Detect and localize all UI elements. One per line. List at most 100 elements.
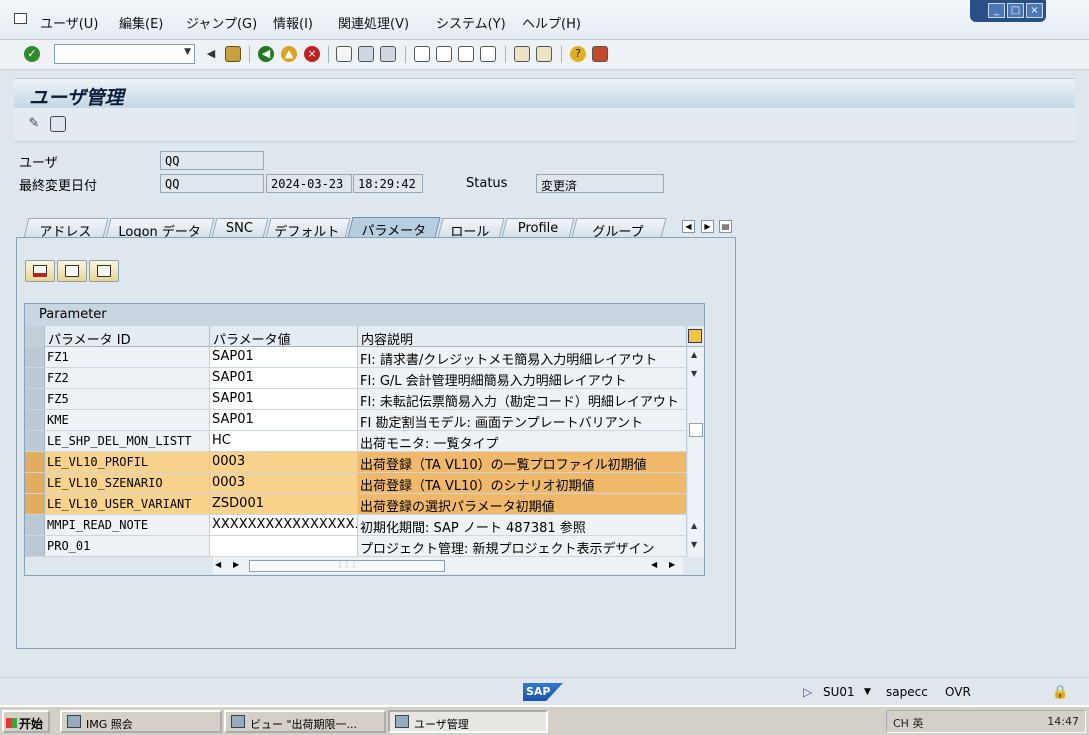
table-row[interactable]: PRO_01 プロジェクト管理: 新規プロジェクト表示デザイン [25, 536, 687, 557]
row-selector[interactable] [25, 368, 45, 388]
tab-scroll-left-icon[interactable]: ◀ [682, 220, 695, 233]
tab-address[interactable]: アドレス [23, 218, 109, 240]
menu-system[interactable]: システム(Y) [436, 13, 506, 32]
minimize-button[interactable]: _ [988, 3, 1005, 18]
cancel-icon[interactable]: × [304, 46, 320, 62]
previous-page-icon[interactable] [436, 46, 452, 62]
parameter-value-cell[interactable]: SAP01 [210, 368, 358, 388]
table-row[interactable]: FZ2 SAP01 FI: G/L 会計管理明細簡易入力明細レイアウト [25, 368, 687, 389]
input-language[interactable]: CH 英 [893, 717, 923, 730]
chevron-down-icon[interactable]: ▼ [184, 47, 191, 57]
menu-user[interactable]: ユーザ(U) [40, 13, 98, 32]
table-row[interactable]: LE_VL10_USER_VARIANT ZSD001 出荷登録の選択パラメータ初期… [25, 494, 687, 515]
tab-scroll-right-icon[interactable]: ▶ [701, 220, 714, 233]
shortcut-icon[interactable] [536, 46, 552, 62]
table-row[interactable]: KME SAP01 FI 勘定割当モデル: 画面テンプレートバリアント [25, 410, 687, 431]
row-selector[interactable] [25, 452, 45, 472]
scroll-up-icon[interactable]: ▲ [691, 350, 697, 359]
print-icon[interactable] [336, 46, 352, 62]
column-config-icon[interactable] [688, 329, 702, 343]
status-expand-icon[interactable]: ▷ [803, 685, 812, 699]
parameter-value-cell[interactable]: SAP01 [210, 347, 358, 367]
select-all-button[interactable] [57, 260, 87, 282]
exit-icon[interactable]: ▲ [281, 46, 297, 62]
table-row[interactable]: LE_VL10_PROFIL 0003 出荷登録（TA VL10）の一覧プロファイル… [25, 452, 687, 473]
parameter-value-cell[interactable]: XXXXXXXXXXXXXXXX... [210, 515, 358, 535]
scroll-up-icon[interactable]: ▲ [691, 521, 697, 530]
maximize-button[interactable]: □ [1007, 3, 1024, 18]
deselect-all-button[interactable] [89, 260, 119, 282]
tab-parameters[interactable]: パラメータ [347, 217, 441, 239]
tab-roles[interactable]: ロール [437, 218, 505, 240]
parameter-value-cell[interactable]: SAP01 [210, 389, 358, 409]
tab-snc[interactable]: SNC [211, 218, 269, 238]
start-button[interactable]: 开始 [2, 710, 50, 733]
find-icon[interactable] [358, 46, 374, 62]
insert-row-button[interactable] [25, 260, 55, 282]
system-menu-icon[interactable] [14, 13, 27, 24]
parameter-value-cell[interactable]: 0003 [210, 452, 358, 472]
layout-menu-icon[interactable] [592, 46, 608, 62]
horizontal-scrollbar[interactable]: ◀ ▶ ⋮⋮⋮ ◀ ▶ [213, 557, 683, 574]
column-header-parameter-id[interactable]: パラメータ ID [45, 326, 210, 348]
scroll-down-icon[interactable]: ▼ [691, 369, 697, 378]
scroll-thumb[interactable] [689, 423, 703, 437]
scroll-left-icon[interactable]: ◀ [215, 560, 221, 569]
select-all-cell[interactable] [25, 326, 45, 347]
row-selector[interactable] [25, 410, 45, 430]
menu-info[interactable]: 情報(I) [273, 13, 313, 32]
row-selector[interactable] [25, 431, 45, 451]
parameter-value-cell[interactable]: HC [210, 431, 358, 451]
command-field[interactable]: ▼ [54, 44, 195, 64]
taskbar-item-img[interactable]: IMG 照会 [60, 710, 222, 733]
back-history-icon[interactable]: ◀ [203, 46, 219, 62]
row-selector[interactable] [25, 515, 45, 535]
scroll-down-icon[interactable]: ▼ [691, 540, 697, 549]
scroll-right-icon[interactable]: ▶ [233, 560, 239, 569]
parameter-value-cell[interactable] [210, 536, 358, 556]
menu-extras[interactable]: 関連処理(V) [338, 13, 409, 32]
save-icon[interactable] [225, 46, 241, 62]
taskbar-item-user-management[interactable]: ユーザ管理 [388, 710, 548, 733]
first-page-icon[interactable] [414, 46, 430, 62]
table-row[interactable]: MMPI_READ_NOTE XXXXXXXXXXXXXXXX... 初期化期間: … [25, 515, 687, 536]
vertical-scrollbar[interactable]: ▲ ▼ ▲ ▼ [688, 347, 704, 557]
scroll-thumb[interactable]: ⋮⋮⋮ [249, 560, 445, 572]
last-page-icon[interactable] [480, 46, 496, 62]
find-next-icon[interactable] [380, 46, 396, 62]
scroll-right-icon[interactable]: ▶ [669, 560, 675, 569]
tab-list-icon[interactable]: ▤ [719, 220, 732, 233]
row-selector[interactable] [25, 347, 45, 367]
parameter-value-cell[interactable]: SAP01 [210, 410, 358, 430]
tab-groups[interactable]: グループ [571, 218, 667, 240]
tab-logon-data[interactable]: Logon データ [105, 218, 215, 240]
column-header-description[interactable]: 内容説明 [358, 326, 687, 348]
table-row[interactable]: FZ5 SAP01 FI: 未転記伝票簡易入力（勘定コード）明細レイアウト [25, 389, 687, 410]
table-row[interactable]: FZ1 SAP01 FI: 請求書/クレジットメモ簡易入力明細レイアウト [25, 347, 687, 368]
table-row[interactable]: LE_SHP_DEL_MON_LISTT HC 出荷モニタ: 一覧タイプ [25, 431, 687, 452]
chevron-down-icon[interactable]: ▼ [864, 687, 871, 697]
table-row[interactable]: LE_VL10_SZENARIO 0003 出荷登録（TA VL10）のシナリオ初期… [25, 473, 687, 494]
display-glasses-icon[interactable] [50, 116, 66, 132]
menu-help[interactable]: ヘルプ(H) [522, 13, 581, 32]
taskbar-item-view[interactable]: ビュー "出荷期限一... [224, 710, 386, 733]
change-pencil-icon[interactable]: ✎ [26, 116, 42, 132]
close-button[interactable]: × [1026, 3, 1043, 18]
menu-goto[interactable]: ジャンプ(G) [186, 13, 257, 32]
scroll-left-icon[interactable]: ◀ [651, 560, 657, 569]
menu-edit[interactable]: 編集(E) [119, 13, 163, 32]
enter-icon[interactable]: ✓ [24, 46, 40, 62]
row-selector[interactable] [25, 389, 45, 409]
tab-defaults[interactable]: デフォルト [265, 218, 351, 240]
row-selector[interactable] [25, 473, 45, 493]
back-icon[interactable]: ◀ [258, 46, 274, 62]
column-header-parameter-value[interactable]: パラメータ値 [210, 326, 358, 348]
row-selector[interactable] [25, 494, 45, 514]
parameter-value-cell[interactable]: ZSD001 [210, 494, 358, 514]
next-page-icon[interactable] [458, 46, 474, 62]
new-session-icon[interactable] [514, 46, 530, 62]
parameter-value-cell[interactable]: 0003 [210, 473, 358, 493]
help-icon[interactable]: ? [570, 46, 586, 62]
row-selector[interactable] [25, 536, 45, 556]
lock-icon[interactable]: 🔒 [1052, 685, 1068, 700]
